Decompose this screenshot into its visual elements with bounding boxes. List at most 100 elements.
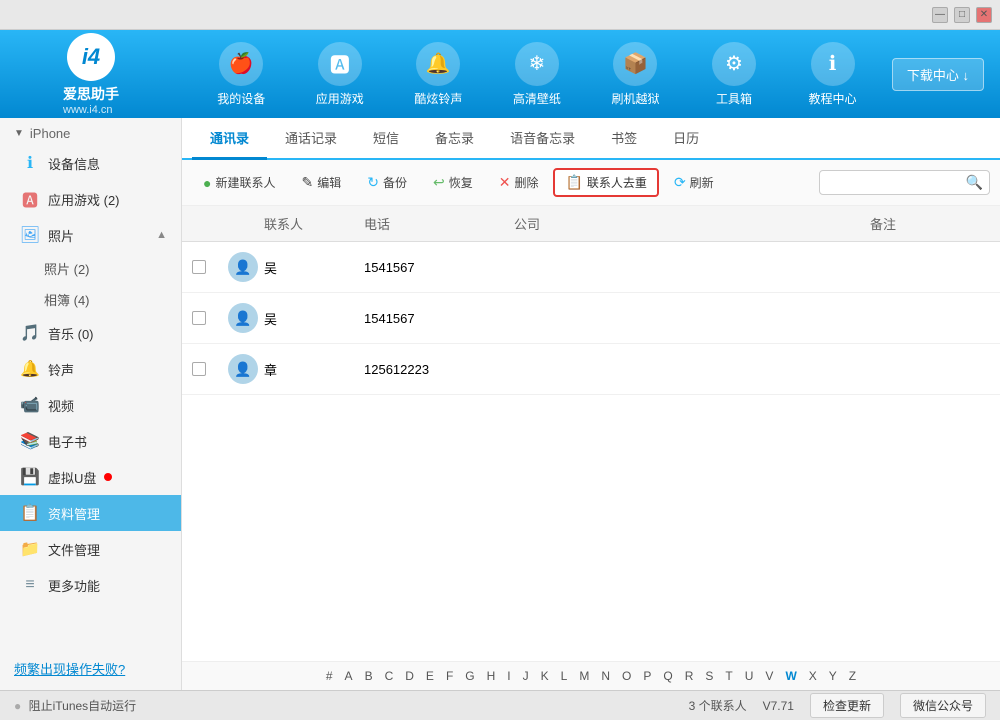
sidebar-item-device-info[interactable]: ℹ 设备信息 [0,145,181,181]
row3-check[interactable] [192,362,228,376]
tab-memo[interactable]: 备忘录 [417,118,492,160]
table-row[interactable]: 👤 章 125612223 [182,344,1000,395]
row3-name: 章 [264,360,364,379]
sidebar-subitem-photos[interactable]: 照片 (2) [0,253,181,284]
nav-jailbreak[interactable]: 📦 刷机越狱 [605,42,665,107]
maximize-button[interactable]: □ [954,7,970,23]
alpha-letter[interactable]: F [443,668,456,684]
avatar: 👤 [228,252,258,282]
nav-app-game[interactable]: 🅰 应用游戏 [310,42,370,107]
sidebar-item-ringtone[interactable]: 🔔 铃声 [0,351,181,387]
tab-voice-memo[interactable]: 语音备忘录 [492,118,593,160]
alpha-letter[interactable]: T [722,668,735,684]
alpha-letter[interactable]: A [342,668,356,684]
ringtone-icon: 🔔 [416,42,460,86]
tab-calendar[interactable]: 日历 [655,118,717,160]
info-icon: ℹ [20,153,40,173]
sidebar-item-file-mgr[interactable]: 📁 文件管理 [0,531,181,567]
download-button[interactable]: 下载中心 ↓ [892,58,984,91]
sidebar-item-video[interactable]: 📹 视频 [0,387,181,423]
alpha-letter[interactable]: N [598,668,613,684]
main: ▼ iPhone ℹ 设备信息 🅰 应用游戏 (2) 🖼 照片 ▲ 照片 (2)… [0,118,1000,690]
alpha-letter[interactable]: W [782,668,799,684]
alpha-letter[interactable]: M [576,668,592,684]
sidebar-item-udisk[interactable]: 💾 虚拟U盘 [0,459,181,495]
alpha-letter[interactable]: J [520,668,532,684]
refresh-button[interactable]: ⟳ 刷新 [663,169,725,196]
alpha-letter[interactable]: V [762,668,776,684]
sidebar-item-music[interactable]: 🎵 音乐 (0) [0,315,181,351]
alpha-letter[interactable]: E [423,668,437,684]
nav-tutorial[interactable]: ℹ 教程中心 [803,42,863,107]
check-update-button[interactable]: 检查更新 [810,693,884,718]
sidebar-footer: 频繁出现操作失败? [0,647,181,690]
tab-contacts[interactable]: 通讯录 [192,118,267,160]
alpha-letter[interactable]: Z [846,668,859,684]
sidebar: ▼ iPhone ℹ 设备信息 🅰 应用游戏 (2) 🖼 照片 ▲ 照片 (2)… [0,118,182,690]
alpha-letter[interactable]: C [382,668,397,684]
tab-bookmark[interactable]: 书签 [593,118,655,160]
alpha-letter[interactable]: G [462,668,477,684]
search-input[interactable] [826,176,966,190]
alpha-letter[interactable]: Y [826,668,840,684]
alpha-letter[interactable]: O [619,668,634,684]
alpha-letter[interactable]: X [806,668,820,684]
new-contact-button[interactable]: ● 新建联系人 [192,169,286,196]
sidebar-item-more[interactable]: ≡ 更多功能 [0,567,181,603]
tab-sms[interactable]: 短信 [355,118,417,160]
table-row[interactable]: 👤 吴 1541567 [182,293,1000,344]
minimize-button[interactable]: — [932,7,948,23]
itunes-status: ● 阻止iTunes自动运行 [14,697,673,714]
udisk-badge [104,473,112,481]
alphabet-bar: # ABCDEFGHIJKLMNOPQRSTUVWXYZ [182,661,1000,690]
restore-button[interactable]: ↩ 恢复 [422,169,484,196]
nav-wallpaper[interactable]: ❄ 高清壁纸 [507,42,567,107]
sidebar-item-data-mgr[interactable]: 📋 资料管理 [0,495,181,531]
sidebar-item-photos[interactable]: 🖼 照片 ▲ [0,217,181,253]
status-bar: ● 阻止iTunes自动运行 3 个联系人 V7.71 检查更新 微信公众号 [0,690,1000,720]
backup-button[interactable]: ↻ 备份 [356,169,418,196]
logo-text: 爱思助手 www.i4.cn [63,84,119,116]
row2-phone: 1541567 [364,311,514,326]
alpha-letter[interactable]: P [640,668,654,684]
sidebar-subitem-album[interactable]: 相簿 (4) [0,284,181,315]
row1-avatar: 👤 [228,252,264,282]
itunes-icon: ● [14,699,21,713]
contact-count: 3 个联系人 [689,697,747,714]
sidebar-item-ebook[interactable]: 📚 电子书 [0,423,181,459]
alpha-letter[interactable]: L [558,668,571,684]
header-note: 备注 [870,214,990,233]
row2-check[interactable] [192,311,228,325]
header-avatar [228,214,264,233]
row3-avatar: 👤 [228,354,264,384]
edit-button[interactable]: ✎ 编辑 [290,169,352,196]
alpha-letter[interactable]: I [504,668,513,684]
alpha-letter[interactable]: K [538,668,552,684]
close-button[interactable]: ✕ [976,7,992,23]
alpha-letter[interactable]: B [362,668,376,684]
delete-icon: ✕ [499,174,511,191]
tabs-bar: 通讯录 通话记录 短信 备忘录 语音备忘录 书签 日历 [182,118,1000,160]
wechat-official-button[interactable]: 微信公众号 [900,693,986,718]
help-button[interactable]: 频繁出现操作失败? [14,662,125,677]
nav-toolbox[interactable]: ⚙ 工具箱 [704,42,764,107]
alpha-letter[interactable]: # [323,668,336,684]
nav-my-device[interactable]: 🍎 我的设备 [211,42,271,107]
alpha-letter[interactable]: R [682,668,697,684]
sidebar-item-app-game[interactable]: 🅰 应用游戏 (2) [0,181,181,217]
alpha-letter[interactable]: Q [660,668,675,684]
file-mgr-icon: 📁 [20,539,40,559]
delete-button[interactable]: ✕ 删除 [488,169,550,196]
logo-icon: i4 [67,33,115,81]
row1-check[interactable] [192,260,228,274]
alpha-letter[interactable]: U [742,668,757,684]
sidebar-device-label: ▼ iPhone [0,118,181,145]
tab-call-log[interactable]: 通话记录 [267,118,355,160]
alpha-letter[interactable]: H [484,668,499,684]
alpha-letter[interactable]: D [402,668,417,684]
nav-ringtone[interactable]: 🔔 酷炫铃声 [408,42,468,107]
table-row[interactable]: 👤 吴 1541567 [182,242,1000,293]
alpha-letter[interactable]: S [702,668,716,684]
wallpaper-icon: ❄ [515,42,559,86]
dedup-button[interactable]: 📋 联系人去重 [553,168,658,197]
